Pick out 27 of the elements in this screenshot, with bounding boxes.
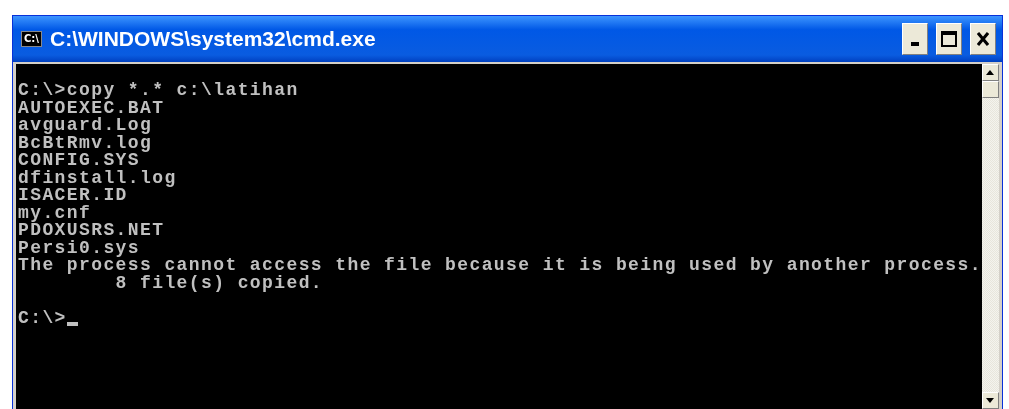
console-line: AUTOEXEC.BAT [18, 99, 166, 117]
console-line: PDOXUSRS.NET [18, 222, 166, 240]
console-icon: C:\ [21, 31, 42, 47]
console-line: CONFIG.SYS [18, 152, 141, 170]
console-line: ISACER.ID [18, 187, 128, 205]
up-arrow-icon [986, 70, 995, 75]
console-line: 8 file(s) copied. [115, 274, 325, 292]
console-line: BcBtRmv.log [18, 134, 154, 152]
maximize-icon [940, 31, 957, 47]
down-arrow-icon [986, 398, 995, 403]
close-icon [976, 32, 989, 46]
console-line: avguard.Log [18, 117, 154, 135]
scroll-up-button[interactable] [981, 64, 999, 81]
maximize-button[interactable] [935, 23, 962, 55]
minimize-icon [910, 42, 919, 46]
scroll-down-button[interactable] [981, 392, 999, 409]
minimize-button[interactable] [901, 23, 928, 55]
close-button[interactable] [969, 23, 996, 55]
console-line: dfinstall.log [18, 169, 178, 187]
scrollbar[interactable] [981, 64, 999, 409]
console-line: my.cnf [18, 204, 92, 222]
window-title: C:\WINDOWS\system32\cmd.exe [50, 27, 377, 51]
console-line: C:\>copy *.* c:\latihan [18, 82, 300, 100]
console-line: The process cannot access the file because it is being used by another process. [18, 257, 982, 275]
command-prompt: C:\> [18, 309, 67, 327]
scroll-thumb[interactable] [981, 81, 999, 98]
console-line: Persi0.sys [18, 239, 142, 257]
